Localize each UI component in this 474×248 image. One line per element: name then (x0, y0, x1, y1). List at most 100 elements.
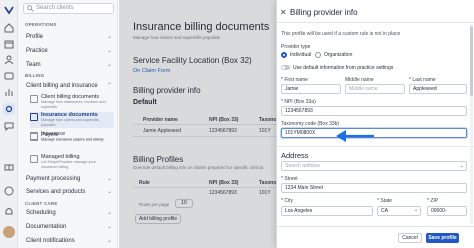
nav-label: Profile (26, 34, 44, 40)
npi-label: * NPI (Box 33a) (281, 99, 316, 105)
zip-label-text: ZIP (430, 198, 439, 204)
address-heading: Address (281, 151, 309, 160)
save-profile-button[interactable]: Save profile (426, 233, 459, 243)
section-client-care: CLIENT CARE (25, 201, 58, 206)
radio-individual-label: Individual (290, 52, 312, 58)
settings-icon[interactable] (3, 103, 15, 115)
nav-scheduling[interactable]: Scheduling ⌄ (26, 209, 114, 217)
nav-label: Team (26, 62, 41, 68)
radio-individual[interactable] (281, 52, 287, 58)
npi-label-text: NPI (Box 33a) (284, 99, 316, 105)
state-label-text: State (380, 198, 393, 204)
calendar-icon[interactable] (3, 38, 15, 50)
city-field[interactable]: Los Angeles (281, 206, 373, 216)
clients-icon[interactable] (3, 54, 15, 66)
nav-documentation[interactable]: Documentation ⌄ (26, 223, 114, 231)
taxonomy-label: Taxonomy code (Box 33b) (281, 121, 340, 127)
billing-icon[interactable] (3, 70, 15, 82)
chevron-down-icon: ⌄ (460, 163, 465, 169)
sub-desc: Manage insurance payers and billing (41, 138, 103, 142)
annotation-arrow (336, 130, 374, 142)
cancel-button[interactable]: Cancel (398, 233, 422, 243)
payers-icon (30, 133, 38, 141)
sub-desc: Manage how claims and superbills populat… (41, 118, 100, 127)
section-billing: BILLING (25, 73, 45, 78)
messages-icon[interactable] (3, 120, 15, 132)
chevron-down-icon: ⌄ (106, 189, 112, 195)
sub-managed-billing[interactable]: Managed billing Let SimplePractice manag… (30, 154, 114, 170)
radio-organization[interactable] (315, 52, 321, 58)
provider-type-label: Provider type (281, 44, 311, 50)
street-label-text: Street (284, 176, 298, 182)
use-default-toggle[interactable] (281, 65, 290, 70)
close-icon[interactable]: ✕ (280, 8, 287, 17)
chevron-up-icon: ⌃ (106, 83, 112, 89)
panel-scrollbar-thumb[interactable] (470, 26, 473, 96)
last-name-field[interactable]: Appleseed (409, 84, 467, 94)
managed-billing-icon (30, 155, 38, 163)
sub-desc: Manage how statements, invoices and supe… (41, 100, 106, 109)
nav-label: Practice (26, 48, 48, 54)
npi-field[interactable]: 1234567893 (281, 106, 467, 116)
search-icon (27, 5, 34, 12)
avatar[interactable] (3, 226, 15, 238)
chevron-down-icon: ⌄ (106, 48, 112, 54)
nav-label: Payment processing (26, 176, 81, 182)
help-icon[interactable] (3, 185, 15, 197)
radio-organization-label: Organization (324, 52, 353, 58)
settings-sidebar: Search clients OPERATIONS Profile ⌄ Pract… (18, 0, 118, 248)
last-name-label: * Last name (409, 77, 436, 83)
first-name-label-text: First name (284, 77, 308, 83)
sub-client-billing-documents[interactable]: Client billing documents Manage how stat… (30, 94, 114, 110)
search-placeholder: Search clients (36, 5, 74, 11)
nav-payment-processing[interactable]: Payment processing ⌄ (26, 175, 114, 183)
nav-practice[interactable]: Practice ⌄ (26, 47, 114, 55)
nav-services-products[interactable]: Services and products ⌄ (26, 188, 114, 196)
billing-provider-panel: ✕ Billing provider info This profile wil… (276, 0, 474, 248)
nav-label: Services and products (26, 189, 86, 195)
document-icon (30, 113, 38, 121)
nav-profile[interactable]: Profile ⌄ (26, 33, 114, 41)
street-field[interactable]: 1234 Main Street (281, 183, 467, 193)
chevron-down-icon: ⌄ (106, 176, 112, 182)
zip-label: * ZIP (427, 198, 439, 204)
use-default-label: Use default information from practice se… (293, 65, 394, 71)
nav-label: Client billing and insurance (26, 83, 98, 89)
nav-team[interactable]: Team ⌄ (26, 61, 114, 69)
icon-rail (0, 0, 18, 248)
logo-icon[interactable] (3, 4, 15, 16)
search-input[interactable]: Search clients (23, 3, 114, 14)
home-icon[interactable] (3, 22, 15, 34)
chevron-down-icon: ⌄ (106, 34, 112, 40)
city-label-text: City (284, 198, 293, 204)
sub-desc: Let SimplePractice manage your insurance… (41, 160, 96, 169)
chevron-down-icon: ⌄ (106, 238, 112, 244)
notifications-icon[interactable] (3, 205, 15, 217)
last-name-label-text: Last name (412, 77, 436, 83)
chevron-down-icon: ⌄ (106, 62, 112, 68)
street-label: * Street (281, 176, 298, 182)
first-name-label: * First name (281, 77, 308, 83)
nav-client-notifications[interactable]: Client notifications ⌄ (26, 237, 114, 245)
city-label: * City (281, 198, 293, 204)
search-address-field[interactable]: Search address (281, 161, 467, 171)
zip-field[interactable]: 00000- (427, 206, 467, 216)
chevron-down-icon: ⌄ (414, 207, 419, 213)
gift-icon[interactable] (3, 160, 15, 172)
middle-name-field[interactable]: Middle name (345, 84, 405, 94)
nav-client-billing[interactable]: Client billing and insurance ⌃ (26, 82, 114, 90)
chevron-down-icon: ⌄ (106, 224, 112, 230)
divider (277, 22, 474, 23)
sub-payers[interactable]: Payers Manage insurance payers and billi… (30, 132, 114, 146)
sub-insurance-documents[interactable]: Insurance documents Manage how claims an… (30, 112, 114, 128)
nav-label: Client notifications (26, 238, 75, 244)
app-window: Search clients OPERATIONS Profile ⌄ Pract… (0, 0, 474, 248)
modal-backdrop[interactable] (119, 0, 280, 248)
document-icon (30, 95, 38, 103)
chevron-down-icon: ⌄ (106, 210, 112, 216)
nav-label: Scheduling (26, 210, 56, 216)
first-name-field[interactable]: Jamie (281, 84, 341, 94)
panel-title: Billing provider info (290, 8, 358, 17)
state-label: * State (377, 198, 393, 204)
analytics-icon[interactable] (3, 86, 15, 98)
